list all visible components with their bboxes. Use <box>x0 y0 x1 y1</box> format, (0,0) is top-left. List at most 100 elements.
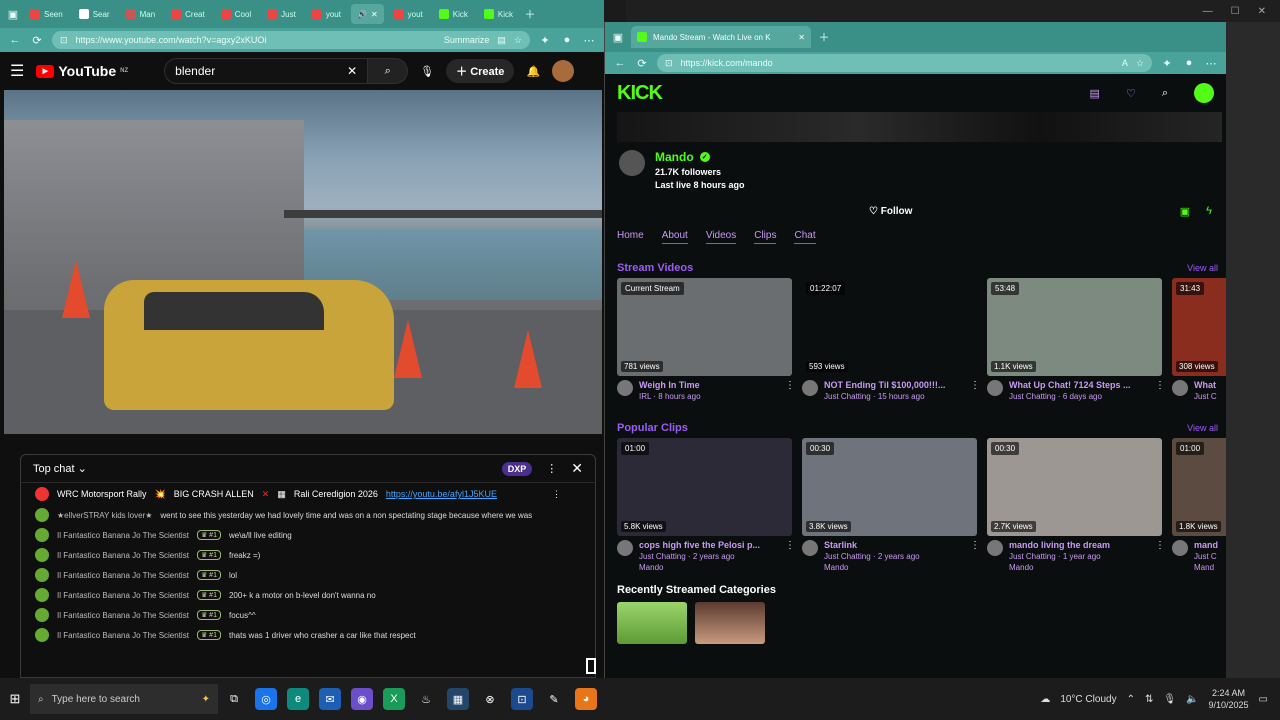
thumbnail[interactable]: Current Stream 781 views <box>617 278 792 376</box>
avatar[interactable] <box>617 380 633 396</box>
avatar[interactable] <box>802 380 818 396</box>
favorite-icon[interactable]: ☆ <box>514 35 522 46</box>
clear-icon[interactable]: ✕ <box>347 64 357 78</box>
category-link[interactable]: Just C <box>1194 552 1217 561</box>
microphone-icon[interactable]: 🎙 <box>420 65 434 78</box>
favorite-icon[interactable]: ☆ <box>1136 58 1144 69</box>
avatar[interactable] <box>987 380 1003 396</box>
close-icon[interactable]: ✕ <box>571 460 583 477</box>
video-card[interactable]: 53:48 1.1K views What Up Chat! 7124 Steps … <box>987 278 1165 414</box>
tab-actions-icon[interactable]: ▣ <box>6 8 20 21</box>
tab-videos[interactable]: Videos <box>705 230 737 244</box>
lightning-icon[interactable]: ϟ <box>1206 205 1212 218</box>
video-title[interactable]: mando living the dream <box>1009 540 1149 550</box>
more-vert-icon[interactable]: ⋮ <box>970 540 980 572</box>
channel-link[interactable]: Mando <box>639 563 779 572</box>
video-title[interactable]: cops high five the Pelosi p... <box>639 540 779 550</box>
start-windows-icon[interactable]: ⊞ <box>0 678 30 720</box>
category-card[interactable] <box>617 602 687 644</box>
browse-icon[interactable]: ▤ <box>1090 87 1100 100</box>
more-vert-icon[interactable]: ⋮ <box>552 489 591 500</box>
avatar[interactable] <box>1172 540 1188 556</box>
tab-kick[interactable]: Mando Stream - Watch Live on K ✕ <box>631 26 811 48</box>
avatar[interactable] <box>1172 380 1188 396</box>
video-title[interactable]: What Up Chat! 7124 Steps ... <box>1009 380 1149 390</box>
more-vert-icon[interactable]: ⋮ <box>1155 380 1165 401</box>
new-tab-icon[interactable]: ＋ <box>523 6 537 22</box>
search-icon[interactable]: ⌕ <box>1162 87 1168 100</box>
video-title[interactable]: mand <box>1194 540 1226 550</box>
video-title[interactable]: Starlink <box>824 540 964 550</box>
menu-icon[interactable]: ☰ <box>10 61 24 81</box>
avatar[interactable] <box>987 540 1003 556</box>
create-button[interactable]: ＋ Create <box>446 59 515 83</box>
category-card[interactable] <box>695 602 765 644</box>
more-icon[interactable]: ⋯ <box>582 34 596 47</box>
category-link[interactable]: Just Chatting <box>824 392 871 401</box>
store-icon[interactable]: ⊡ <box>511 688 533 710</box>
tab-4[interactable]: Creat <box>165 4 211 24</box>
edge-icon[interactable]: e <box>287 688 309 710</box>
video-card[interactable]: 01:00 5.8K views cops high five the Pelosi… <box>617 438 795 574</box>
thumbnail[interactable]: 00:30 2.7K views <box>987 438 1162 536</box>
address-bar[interactable]: ⊡ https://kick.com/mando A ☆ <box>657 54 1152 72</box>
maximize-icon[interactable]: ☐ <box>1231 6 1240 17</box>
chat-username[interactable]: Il Fantastico Banana Jo The Scientist <box>57 591 189 600</box>
avatar[interactable] <box>552 60 575 82</box>
kick-logo[interactable]: KICK <box>617 82 663 105</box>
pinned-link[interactable]: https://youtu.be/afyl1J5KUE <box>386 489 497 499</box>
tab-close-icon[interactable]: ✕ <box>798 33 805 42</box>
tab-actions-icon[interactable]: ▣ <box>611 31 625 44</box>
excel-icon[interactable]: X <box>383 688 405 710</box>
extensions-icon[interactable]: ✦ <box>538 34 552 47</box>
video-title[interactable]: What <box>1194 380 1226 390</box>
tab-5[interactable]: Cool <box>215 4 257 24</box>
task-view-icon[interactable]: ⧉ <box>223 688 245 710</box>
more-vert-icon[interactable]: ⋮ <box>785 540 795 572</box>
microphone-icon[interactable]: 🎙 <box>1163 694 1176 705</box>
more-icon[interactable]: ⋯ <box>1204 57 1218 70</box>
thumbnail[interactable]: 01:22:07 593 views <box>802 278 977 376</box>
new-tab-icon[interactable]: ＋ <box>817 29 831 45</box>
volume-icon[interactable]: 🔈 <box>1186 694 1198 705</box>
thumbnail[interactable]: 31:43 308 views <box>1172 278 1226 376</box>
copilot-icon[interactable]: ◎ <box>255 688 277 710</box>
chat-username[interactable]: Il Fantastico Banana Jo The Scientist <box>57 631 189 640</box>
video-title[interactable]: Weigh In Time <box>639 380 779 390</box>
tab-home[interactable]: Home <box>617 230 644 244</box>
video-card[interactable]: 31:43308 viewsWhatJust C⋮ <box>1172 278 1226 414</box>
following-heart-icon[interactable]: ♡ <box>1126 87 1136 100</box>
category-link[interactable]: Just Chatting <box>1009 392 1056 401</box>
channel-link[interactable]: Mando <box>1009 563 1149 572</box>
notifications-icon[interactable]: ▭ <box>1259 694 1268 705</box>
thumbnail[interactable]: 01:00 1.8K views <box>1172 438 1226 536</box>
avatar[interactable] <box>617 540 633 556</box>
dxp-badge[interactable]: DXP <box>501 461 533 476</box>
top-chat-dropdown[interactable]: Top chat ⌄ <box>33 462 87 475</box>
video-card[interactable]: Current Stream 781 views Weigh In Time IRL … <box>617 278 795 414</box>
video-player[interactable] <box>4 90 602 434</box>
video-card[interactable]: 01:001.8K viewsmandJust CMand⋮ <box>1172 438 1226 574</box>
profile-icon[interactable]: ● <box>560 34 574 46</box>
reload-icon[interactable]: ⟳ <box>30 34 44 47</box>
app-icon[interactable]: ◉ <box>351 688 373 710</box>
mail-icon[interactable]: ✉ <box>319 688 341 710</box>
tab-close-icon[interactable]: ✕ <box>371 10 378 19</box>
reader-icon[interactable]: ▤ <box>497 35 506 46</box>
user-avatar[interactable] <box>1194 83 1214 103</box>
youtube-logo[interactable]: ▶ YouTube NZ <box>36 63 128 79</box>
category-link[interactable]: Just Chatting <box>1009 552 1056 561</box>
read-aloud-icon[interactable]: A <box>1122 58 1128 68</box>
tab-10[interactable]: Kick <box>433 4 474 24</box>
category-link[interactable]: Just C <box>1194 392 1217 401</box>
avatar[interactable] <box>619 150 645 176</box>
blender-icon[interactable]: ◕ <box>575 688 597 710</box>
search-input[interactable]: blender ✕ <box>164 58 369 84</box>
tab-about[interactable]: About <box>661 230 688 244</box>
chat-username[interactable]: Il Fantastico Banana Jo The Scientist <box>57 611 189 620</box>
tab-7[interactable]: yout <box>306 4 347 24</box>
video-card[interactable]: 00:30 2.7K views mando living the dream Jus… <box>987 438 1165 574</box>
avatar[interactable] <box>802 540 818 556</box>
extensions-icon[interactable]: ✦ <box>1160 57 1174 70</box>
video-card[interactable]: 00:30 3.8K views Starlink Just Chatting · 2… <box>802 438 980 574</box>
